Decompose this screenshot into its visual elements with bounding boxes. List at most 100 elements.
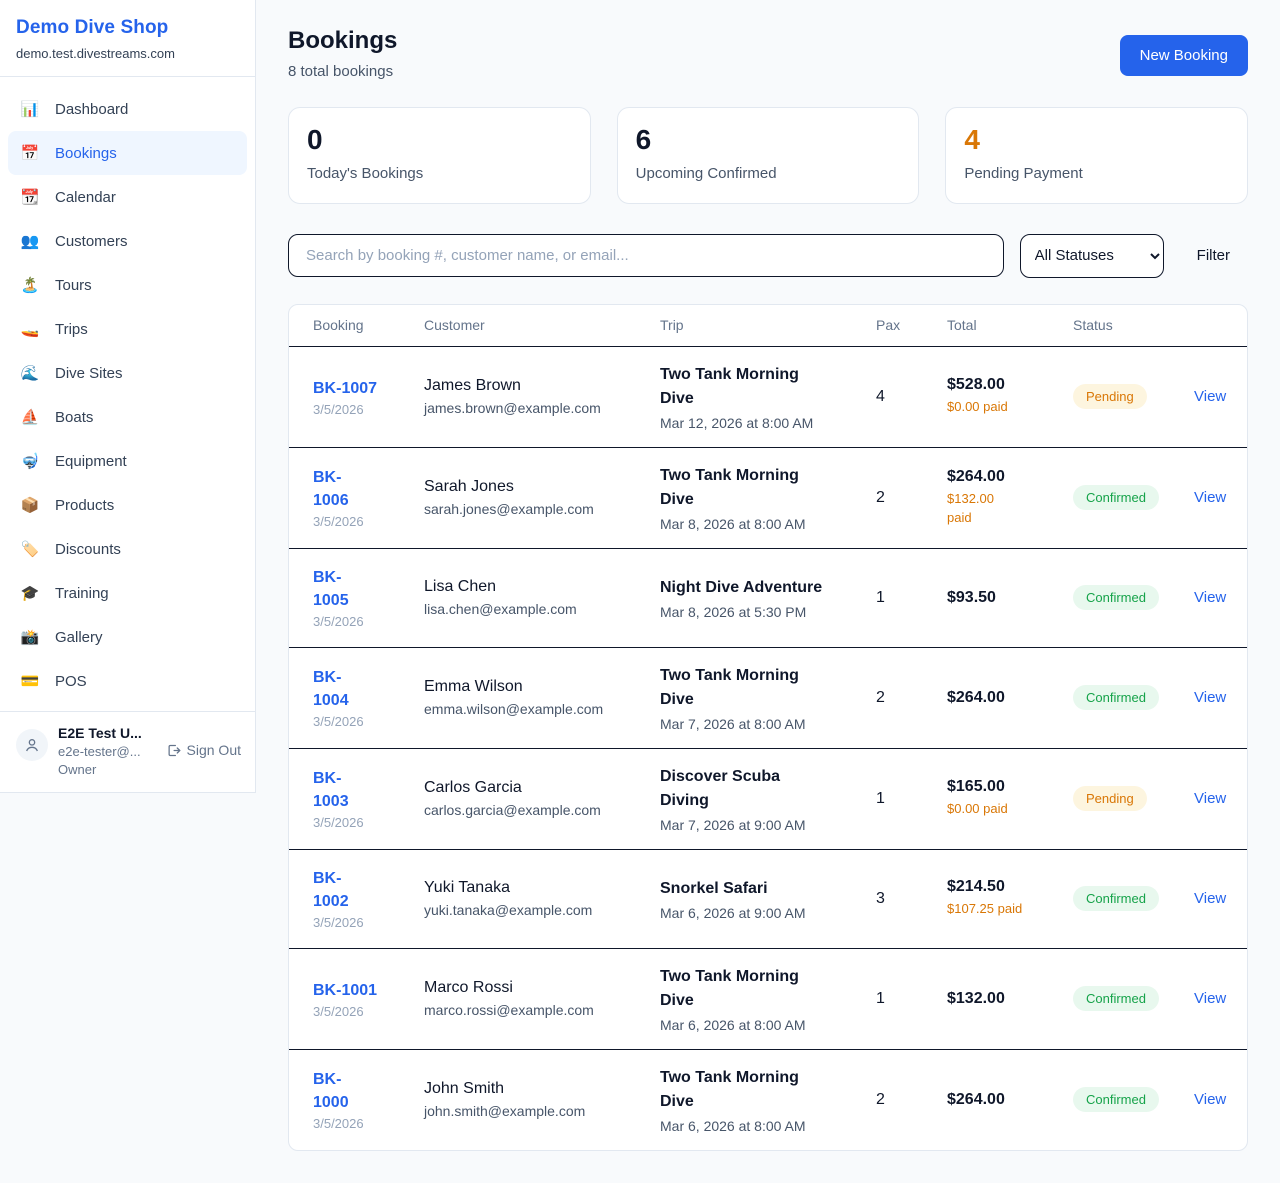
view-link[interactable]: View xyxy=(1194,388,1226,405)
sidebar-nav: 📊 Dashboard 📅 Bookings 📆 Calendar 👥 Cust… xyxy=(0,77,255,711)
sidebar-item-discounts[interactable]: 🏷️ Discounts xyxy=(8,527,247,571)
status-badge: Confirmed xyxy=(1073,1087,1159,1112)
total-cell: $264.00 $132.00 paid xyxy=(947,468,1073,528)
sidebar-item-bookings[interactable]: 📅 Bookings xyxy=(8,131,247,175)
user-name: E2E Test U... xyxy=(58,725,142,741)
booking-id-link[interactable]: BK- 1002 xyxy=(313,867,349,913)
view-link[interactable]: View xyxy=(1194,689,1226,706)
pax-cell: 1 xyxy=(876,990,947,1008)
total-amount: $264.00 xyxy=(947,689,1063,707)
total-amount: $528.00 xyxy=(947,376,1063,394)
booking-id-link[interactable]: BK- 1003 xyxy=(313,767,349,813)
booking-id-link[interactable]: BK-1001 xyxy=(313,979,377,1002)
view-link[interactable]: View xyxy=(1194,489,1226,506)
sidebar-item-trips[interactable]: 🚤 Trips xyxy=(8,307,247,351)
graduation-cap-icon: 🎓 xyxy=(20,584,40,602)
actions-cell: View xyxy=(1194,489,1225,507)
brand-block: Demo Dive Shop demo.test.divestreams.com xyxy=(0,0,255,77)
tear-off-calendar-icon: 📆 xyxy=(20,188,40,206)
total-amount: $214.50 xyxy=(947,878,1063,896)
sidebar-item-training[interactable]: 🎓 Training xyxy=(8,571,247,615)
paid-amount: $0.00 paid xyxy=(947,800,1063,819)
sidebar-item-customers[interactable]: 👥 Customers xyxy=(8,219,247,263)
customer-cell: Carlos Garcia carlos.garcia@example.com xyxy=(424,779,660,818)
customer-name: Emma Wilson xyxy=(424,678,650,696)
customer-cell: James Brown james.brown@example.com xyxy=(424,377,660,416)
trip-cell: Snorkel Safari Mar 6, 2026 at 9:00 AM xyxy=(660,877,876,921)
actions-cell: View xyxy=(1194,990,1225,1008)
total-amount: $264.00 xyxy=(947,468,1063,486)
actions-cell: View xyxy=(1194,689,1225,707)
status-select[interactable]: All Statuses xyxy=(1020,234,1164,278)
calendar-icon: 📅 xyxy=(20,144,40,162)
sidebar-item-dive-sites[interactable]: 🌊 Dive Sites xyxy=(8,351,247,395)
total-cell: $214.50 $107.25 paid xyxy=(947,878,1073,919)
booking-id-link[interactable]: BK-1007 xyxy=(313,377,377,400)
booking-cell: BK- 1005 3/5/2026 xyxy=(313,566,424,629)
booking-cell: BK- 1002 3/5/2026 xyxy=(313,867,424,930)
island-icon: 🏝️ xyxy=(20,276,40,294)
filter-row: All Statuses Filter xyxy=(288,234,1248,278)
sailboat-icon: ⛵ xyxy=(20,408,40,426)
table-row: BK- 1002 3/5/2026 Yuki Tanaka yuki.tanak… xyxy=(289,850,1247,949)
booking-cell: BK-1007 3/5/2026 xyxy=(313,377,424,417)
search-input[interactable] xyxy=(288,234,1004,277)
package-icon: 📦 xyxy=(20,496,40,514)
wave-icon: 🌊 xyxy=(20,364,40,382)
status-badge: Confirmed xyxy=(1073,585,1159,610)
trip-datetime: Mar 12, 2026 at 8:00 AM xyxy=(660,415,866,431)
trip-datetime: Mar 6, 2026 at 8:00 AM xyxy=(660,1017,866,1033)
sidebar-item-gallery[interactable]: 📸 Gallery xyxy=(8,615,247,659)
status-cell: Confirmed xyxy=(1073,485,1194,510)
sign-out-button[interactable]: Sign Out xyxy=(166,725,241,758)
sidebar-footer: E2E Test U... e2e-tester@... Owner Sign … xyxy=(0,711,255,792)
table-row: BK-1001 3/5/2026 Marco Rossi marco.rossi… xyxy=(289,949,1247,1050)
sidebar-item-boats[interactable]: ⛵ Boats xyxy=(8,395,247,439)
sidebar-item-dashboard[interactable]: 📊 Dashboard xyxy=(8,87,247,131)
user-email: e2e-tester@... xyxy=(58,744,142,759)
customer-cell: Lisa Chen lisa.chen@example.com xyxy=(424,578,660,617)
view-link[interactable]: View xyxy=(1194,1091,1226,1108)
total-cell: $93.50 xyxy=(947,589,1073,607)
booking-date: 3/5/2026 xyxy=(313,614,414,629)
booking-id-link[interactable]: BK- 1006 xyxy=(313,466,349,512)
stats-row: 0 Today's Bookings 6 Upcoming Confirmed … xyxy=(288,107,1248,204)
total-amount: $132.00 xyxy=(947,990,1063,1008)
booking-date: 3/5/2026 xyxy=(313,815,414,830)
sidebar-item-products[interactable]: 📦 Products xyxy=(8,483,247,527)
paid-amount: $132.00 paid xyxy=(947,490,1063,528)
status-badge: Pending xyxy=(1073,786,1147,811)
sidebar-item-calendar[interactable]: 📆 Calendar xyxy=(8,175,247,219)
booking-cell: BK- 1006 3/5/2026 xyxy=(313,466,424,529)
view-link[interactable]: View xyxy=(1194,790,1226,807)
view-link[interactable]: View xyxy=(1194,890,1226,907)
booking-id-link[interactable]: BK- 1004 xyxy=(313,666,349,712)
page-title: Bookings xyxy=(288,27,397,55)
brand-name: Demo Dive Shop xyxy=(16,17,239,39)
booking-cell: BK-1001 3/5/2026 xyxy=(313,979,424,1019)
filter-button[interactable]: Filter xyxy=(1197,247,1230,264)
camera-icon: 📸 xyxy=(20,628,40,646)
view-link[interactable]: View xyxy=(1194,589,1226,606)
status-cell: Confirmed xyxy=(1073,886,1194,911)
trip-datetime: Mar 6, 2026 at 8:00 AM xyxy=(660,1118,866,1134)
page-header: Bookings 8 total bookings New Booking xyxy=(288,27,1248,80)
customer-email: john.smith@example.com xyxy=(424,1103,650,1119)
trip-title: Snorkel Safari xyxy=(660,877,866,901)
total-amount: $165.00 xyxy=(947,778,1063,796)
table-row: BK- 1006 3/5/2026 Sarah Jones sarah.jone… xyxy=(289,448,1247,549)
new-booking-button[interactable]: New Booking xyxy=(1120,35,1248,76)
bar-chart-icon: 📊 xyxy=(20,100,40,118)
booking-id-link[interactable]: BK- 1000 xyxy=(313,1068,349,1114)
customer-name: Carlos Garcia xyxy=(424,779,650,797)
booking-date: 3/5/2026 xyxy=(313,1116,414,1131)
sidebar-item-pos[interactable]: 💳 POS xyxy=(8,659,247,703)
status-cell: Confirmed xyxy=(1073,585,1194,610)
user-block: E2E Test U... e2e-tester@... Owner xyxy=(58,725,142,777)
booking-id-link[interactable]: BK- 1005 xyxy=(313,566,349,612)
app-root: Demo Dive Shop demo.test.divestreams.com… xyxy=(0,0,1280,1183)
sidebar-item-tours[interactable]: 🏝️ Tours xyxy=(8,263,247,307)
table-row: BK-1007 3/5/2026 James Brown james.brown… xyxy=(289,347,1247,448)
view-link[interactable]: View xyxy=(1194,990,1226,1007)
sidebar-item-equipment[interactable]: 🤿 Equipment xyxy=(8,439,247,483)
